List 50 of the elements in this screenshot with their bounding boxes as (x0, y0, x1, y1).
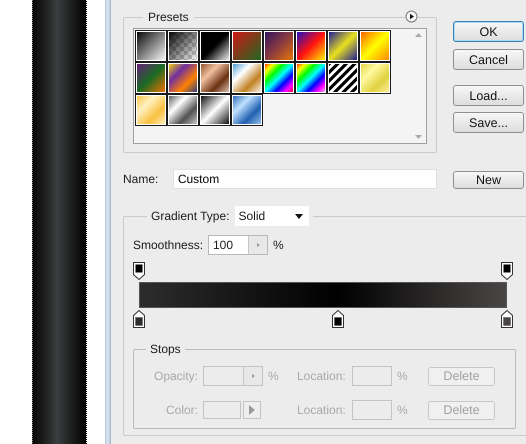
menu-icon[interactable] (405, 10, 418, 23)
group-title: Stops (149, 342, 182, 356)
smoothness-label: Smoothness: (133, 238, 204, 252)
gradient-swatch[interactable] (359, 30, 391, 62)
gradient-swatch[interactable] (295, 62, 327, 94)
gradient-swatch[interactable] (199, 62, 231, 94)
gradient-swatch[interactable] (167, 30, 199, 62)
stop-label: Color: (164, 403, 199, 417)
percent-unit: % (397, 403, 409, 417)
name-field[interactable]: Custom (172, 169, 437, 189)
dialog-button[interactable]: Load... (453, 85, 524, 106)
gradient-swatch[interactable] (295, 30, 327, 62)
dialog-button[interactable]: Cancel (453, 49, 524, 70)
color-stop[interactable] (133, 310, 145, 328)
smoothness-field[interactable]: 100 (208, 235, 268, 255)
name-label: Name: (123, 172, 160, 186)
caret-icon (294, 214, 302, 218)
gradient-swatch[interactable] (135, 62, 167, 94)
gradient-swatch[interactable] (263, 30, 295, 62)
gradient-swatch[interactable] (231, 30, 263, 62)
gradient-swatch[interactable] (231, 94, 263, 126)
percent-unit: % (268, 369, 280, 383)
gradient-swatch[interactable] (327, 30, 359, 62)
gradient-swatch[interactable] (167, 94, 199, 126)
color-stop[interactable] (501, 310, 513, 328)
location-label: Location: (297, 403, 347, 417)
location-label: Location: (297, 369, 347, 383)
gradient-swatch[interactable] (199, 30, 231, 62)
gradient-swatch[interactable] (359, 62, 391, 94)
stop-label: Opacity: (152, 369, 199, 383)
new-button[interactable]: New (453, 171, 524, 189)
gradient-swatch[interactable] (199, 94, 231, 126)
gradient-type-dropdown[interactable]: Solid (234, 206, 308, 226)
gradient-swatch[interactable] (135, 30, 167, 62)
percent-unit: % (397, 369, 409, 383)
group-title: Presets (147, 10, 190, 24)
gradient-swatch[interactable] (135, 94, 167, 126)
opacity-stop[interactable] (501, 262, 513, 280)
dialog-button[interactable]: OK (453, 21, 524, 42)
location-field[interactable] (352, 400, 392, 420)
color-stop[interactable] (332, 310, 344, 328)
percent-unit: % (273, 238, 285, 252)
gradient-swatch[interactable] (231, 62, 263, 94)
gradient-swatch[interactable] (167, 62, 199, 94)
opacity-stop[interactable] (133, 262, 145, 280)
gradient-swatch[interactable] (263, 62, 295, 94)
dialog-button[interactable]: Save... (453, 112, 524, 133)
gradient-type-label: Gradient Type: (151, 209, 230, 223)
gradient-swatch[interactable] (327, 62, 359, 94)
location-field[interactable] (352, 366, 392, 386)
